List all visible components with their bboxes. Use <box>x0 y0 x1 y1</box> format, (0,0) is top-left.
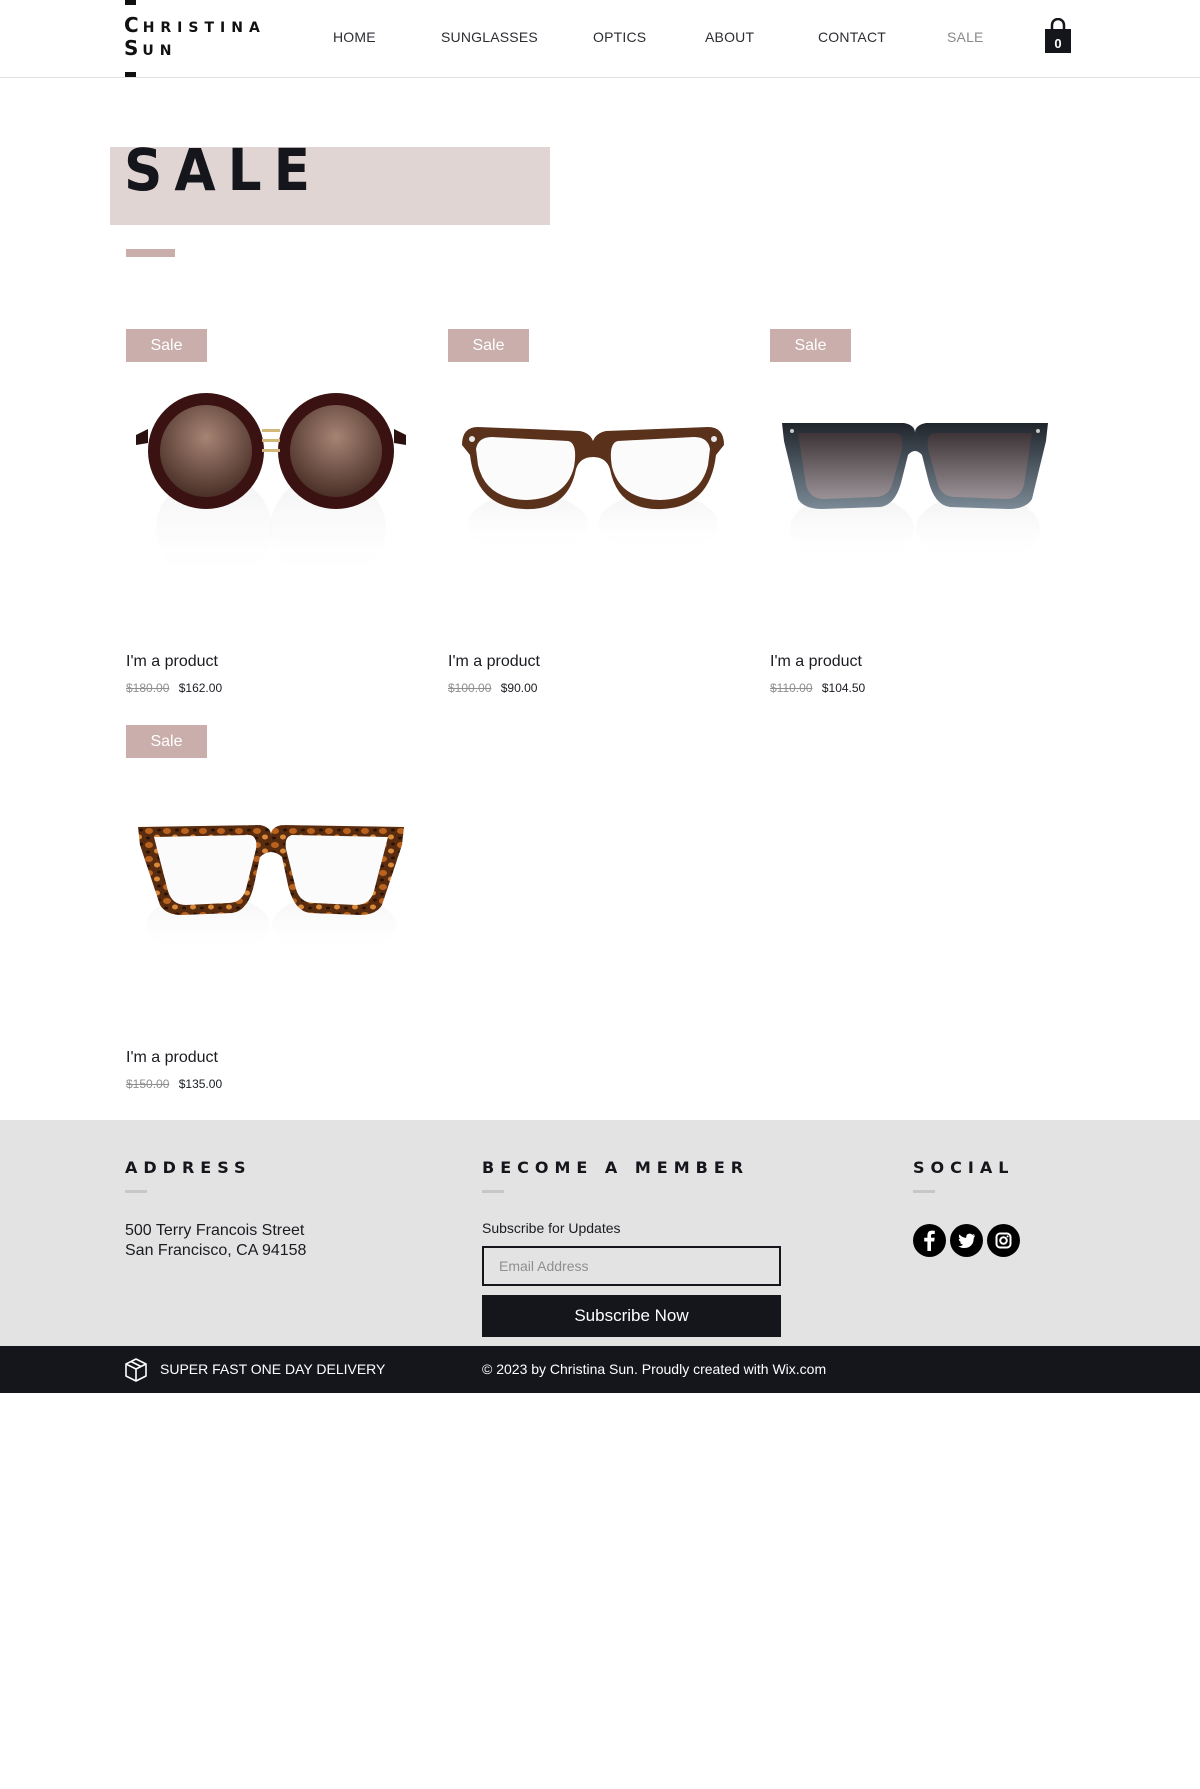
twitter-icon[interactable] <box>950 1224 983 1257</box>
original-price: $180.00 <box>126 681 170 695</box>
tortoise-eyeglasses-image <box>138 825 404 955</box>
email-field[interactable] <box>482 1246 781 1286</box>
logo-bar-top <box>125 0 136 5</box>
address-text: 500 Terry Francois Street San Francisco,… <box>125 1221 306 1261</box>
nav-sale[interactable]: SALE <box>947 29 984 45</box>
brown-eyeglasses-image <box>462 427 724 554</box>
sale-badge: Sale <box>448 329 529 362</box>
copyright-text: © 2023 by Christina Sun. Proudly created… <box>482 1361 827 1377</box>
site-footer: ADDRESS 500 Terry Francois Street San Fr… <box>0 1120 1200 1346</box>
address-line-2: San Francisco, CA 94158 <box>125 1242 307 1259</box>
sale-badge: Sale <box>126 329 207 362</box>
member-heading: BECOME A MEMBER <box>482 1158 750 1177</box>
address-rule <box>125 1190 147 1193</box>
nav-home[interactable]: HOME <box>333 29 376 45</box>
page-title: SALE <box>124 136 323 204</box>
social-rule <box>913 1190 935 1193</box>
address-heading: ADDRESS <box>125 1158 252 1177</box>
product-name[interactable]: I'm a product <box>448 653 540 671</box>
address-line-1: 500 Terry Francois Street <box>125 1222 305 1239</box>
cart-count: 0 <box>1054 36 1061 51</box>
original-price: $150.00 <box>126 1077 170 1091</box>
product-card[interactable]: Sale I'm a product $110.00 $104.50 <box>770 329 1060 729</box>
main-nav: HOME SUNGLASSES OPTICS ABOUT CONTACT SAL… <box>0 29 1200 49</box>
shopping-bag-icon: 0 <box>1045 17 1071 53</box>
sale-badge: Sale <box>770 329 851 362</box>
black-sunglasses-image <box>782 423 1048 564</box>
bottom-bar: SUPER FAST ONE DAY DELIVERY © 2023 by Ch… <box>0 1346 1200 1393</box>
nav-optics[interactable]: OPTICS <box>593 29 646 45</box>
sale-badge: Sale <box>126 725 207 758</box>
logo-bar-bottom <box>125 72 136 77</box>
sale-price: $162.00 <box>178 681 223 695</box>
product-name[interactable]: I'm a product <box>126 653 218 671</box>
product-card[interactable]: Sale I'm a product $150.00 $135.00 <box>126 725 416 1125</box>
product-card[interactable]: Sale I'm a product $100.00 $90.00 <box>448 329 738 729</box>
product-prices: $100.00 $90.00 <box>448 681 537 695</box>
facebook-icon[interactable] <box>913 1224 946 1257</box>
social-heading: SOCIAL <box>913 1158 1015 1177</box>
subscribe-label: Subscribe for Updates <box>482 1220 621 1236</box>
nav-about[interactable]: ABOUT <box>705 29 754 45</box>
sale-price: $135.00 <box>178 1077 223 1091</box>
product-prices: $110.00 $104.50 <box>770 681 865 695</box>
subscribe-button[interactable]: Subscribe Now <box>482 1295 781 1337</box>
member-rule <box>482 1190 504 1193</box>
product-prices: $180.00 $162.00 <box>126 681 222 695</box>
site-header: CHRISTINA SUN HOME SUNGLASSES OPTICS ABO… <box>0 0 1200 78</box>
delivery-text: SUPER FAST ONE DAY DELIVERY <box>160 1361 386 1377</box>
sale-price: $90.00 <box>500 681 538 695</box>
cart-button[interactable]: 0 <box>1044 17 1072 54</box>
product-card[interactable]: Sale I'm a product $180.00 $162.00 <box>126 329 416 729</box>
instagram-icon[interactable] <box>987 1224 1020 1257</box>
delivery-box-icon <box>125 1358 147 1382</box>
round-sunglasses-image <box>136 393 406 584</box>
nav-contact[interactable]: CONTACT <box>818 29 886 45</box>
sale-price: $104.50 <box>821 681 866 695</box>
social-links <box>913 1224 1023 1258</box>
original-price: $110.00 <box>770 681 813 695</box>
original-price: $100.00 <box>448 681 492 695</box>
product-name[interactable]: I'm a product <box>770 653 862 671</box>
product-prices: $150.00 $135.00 <box>126 1077 222 1091</box>
product-name[interactable]: I'm a product <box>126 1049 218 1067</box>
nav-sunglasses[interactable]: SUNGLASSES <box>441 29 538 45</box>
title-underline <box>126 249 175 257</box>
